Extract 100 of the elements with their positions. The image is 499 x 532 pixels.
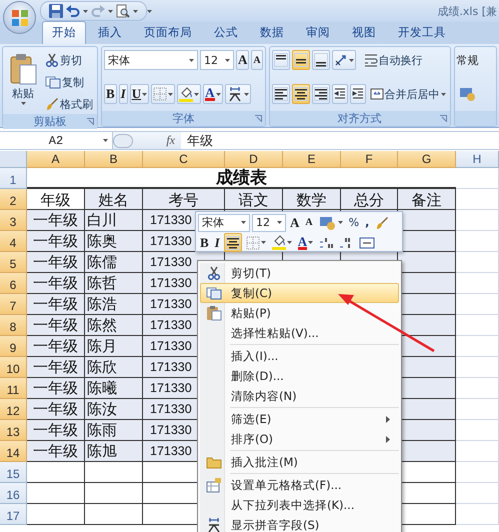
comma-button[interactable]: , <box>363 213 372 232</box>
decrease-indent-icon <box>334 87 346 101</box>
ribbon-tab[interactable]: 数据 <box>250 21 294 44</box>
bold-button[interactable]: B <box>198 233 211 252</box>
number-format-field[interactable]: 常规 <box>456 50 485 70</box>
row-header[interactable]: 8 <box>0 315 27 336</box>
row-header[interactable]: 12 <box>0 399 27 420</box>
row-header[interactable]: 17 <box>0 504 27 525</box>
table-cell: 陈欣 <box>85 357 143 378</box>
italic-button[interactable]: I <box>118 84 128 104</box>
office-logo-icon <box>10 8 28 26</box>
row-header[interactable]: 6 <box>0 273 27 294</box>
row-header[interactable]: 13 <box>0 420 27 441</box>
row-header[interactable]: 11 <box>0 378 27 399</box>
comment-folder-icon <box>206 455 222 469</box>
increase-indent-button[interactable] <box>350 84 366 104</box>
dialog-launcher-icon[interactable] <box>440 115 447 122</box>
ribbon-tab[interactable]: 页面布局 <box>134 21 202 44</box>
decrease-indent-button[interactable] <box>332 84 348 104</box>
clipboard-button[interactable]: 格式刷 <box>43 94 95 114</box>
column-header[interactable]: E <box>283 151 341 168</box>
dialog-launcher-icon[interactable] <box>87 118 94 125</box>
table-cell: 陈雨 <box>85 420 143 441</box>
clipboard-button[interactable]: 剪切 <box>43 50 95 70</box>
percent-button[interactable]: % <box>346 213 362 232</box>
clipboard-button[interactable]: 复制 <box>43 72 95 92</box>
merge-center-button[interactable]: 合并后居中 <box>368 84 448 104</box>
phonetic-guide-icon <box>206 517 222 532</box>
ribbon-tab[interactable]: 插入 <box>88 21 132 44</box>
grow-font-button[interactable]: A <box>288 213 302 232</box>
grow-font-button[interactable]: A <box>236 50 250 70</box>
center-button[interactable] <box>224 233 242 252</box>
fill-color-button[interactable] <box>177 84 202 104</box>
menu-item[interactable]: 复制(C) <box>200 283 399 303</box>
column-header[interactable]: G <box>398 151 456 168</box>
ribbon-tab[interactable]: 视图 <box>342 21 386 44</box>
row-header[interactable]: 7 <box>0 294 27 315</box>
print-preview-icon[interactable] <box>116 4 130 18</box>
row-header[interactable]: 1 <box>0 168 27 189</box>
ribbon-tab[interactable]: 开发工具 <box>388 21 456 44</box>
row-header[interactable]: 9 <box>0 336 27 357</box>
font-field[interactable]: 宋体 <box>104 50 198 70</box>
row-header[interactable]: 4 <box>0 231 27 252</box>
fill-color-button[interactable] <box>270 233 294 252</box>
row-header[interactable]: 16 <box>0 483 27 504</box>
group-label: 剪贴板 <box>34 114 66 129</box>
table-cell: 一年级 <box>27 420 85 441</box>
phonetic-button[interactable] <box>224 84 251 104</box>
fill-color-icon <box>179 86 194 102</box>
row-header[interactable]: 14 <box>0 441 27 462</box>
save-icon[interactable] <box>49 4 63 18</box>
table-cell: 陈浩 <box>85 294 143 315</box>
font-field[interactable]: 宋体 <box>198 214 250 232</box>
paste-button[interactable]: 粘贴 <box>5 50 41 112</box>
font-color-button[interactable]: A <box>296 233 316 252</box>
wrap-text-button[interactable]: 自动换行 <box>362 50 425 70</box>
ribbon-tab[interactable]: 开始 <box>42 21 86 44</box>
horizontal-align-button[interactable] <box>312 84 330 104</box>
row-header[interactable]: 3 <box>0 210 27 231</box>
font-color-button[interactable]: A <box>203 84 223 104</box>
horizontal-align-button[interactable] <box>292 84 310 104</box>
dialog-launcher-icon[interactable] <box>254 115 262 122</box>
row-header[interactable]: 10 <box>0 357 27 378</box>
orientation-button[interactable] <box>332 50 356 70</box>
group-label: 字体 <box>172 111 194 126</box>
caret-icon <box>338 221 343 224</box>
insert-function-button[interactable]: fx <box>166 133 175 148</box>
table-cell: 总分 <box>341 189 398 210</box>
menu-item[interactable]: 从下拉列表中选择(K)... <box>200 495 399 515</box>
menu-item[interactable]: 显示拼音字段(S) <box>200 515 399 532</box>
table-cell: 一年级 <box>27 315 85 336</box>
underline-button[interactable]: U <box>130 84 150 104</box>
column-header[interactable]: C <box>143 151 225 168</box>
number-format-icon <box>318 214 337 230</box>
ribbon-tab[interactable]: 审阅 <box>296 21 340 44</box>
column-header[interactable]: H <box>456 151 499 168</box>
row-header[interactable]: 2 <box>0 189 27 210</box>
vertical-align-button[interactable] <box>272 50 290 70</box>
bold-button[interactable]: B <box>104 84 117 104</box>
font-size-field[interactable]: 12 <box>200 50 234 70</box>
shrink-font-button[interactable]: A <box>251 50 263 70</box>
column-header[interactable]: A <box>27 151 85 168</box>
formula-field[interactable]: 年级 <box>181 132 213 149</box>
menu-item[interactable]: 设置单元格格式(F)... <box>200 475 399 495</box>
row-header[interactable]: 5 <box>0 252 27 273</box>
horizontal-align-button[interactable] <box>272 84 290 104</box>
column-header[interactable]: F <box>341 151 398 168</box>
caret-icon <box>440 92 446 96</box>
shrink-font-button[interactable]: A <box>303 213 315 232</box>
column-header[interactable]: B <box>85 151 143 168</box>
align-right-icon <box>314 87 328 101</box>
vertical-align-button[interactable] <box>292 50 310 70</box>
italic-button[interactable]: I <box>212 233 222 252</box>
undo-icon[interactable] <box>66 5 80 17</box>
vertical-align-button[interactable] <box>312 50 330 70</box>
column-header[interactable]: D <box>225 151 283 168</box>
font-size-field[interactable]: 12 <box>252 214 286 232</box>
group-label-bar <box>454 111 496 126</box>
row-header[interactable]: 15 <box>0 462 27 483</box>
ribbon-tab[interactable]: 公式 <box>204 21 248 44</box>
